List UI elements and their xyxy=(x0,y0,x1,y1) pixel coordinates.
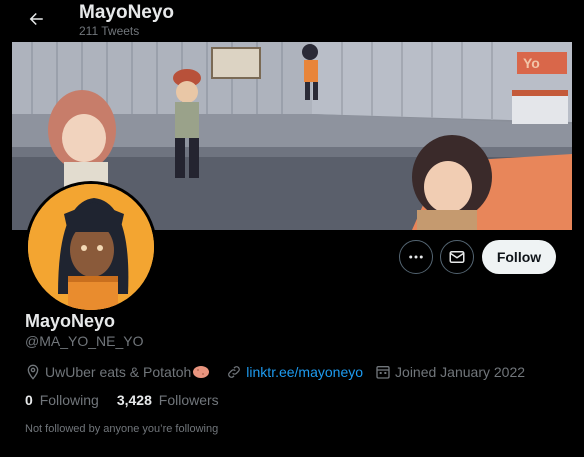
profile-link[interactable]: linktr.ee/mayoneyo xyxy=(226,364,363,380)
link-icon xyxy=(228,366,241,378)
following-label: Following xyxy=(39,392,99,408)
calendar-icon xyxy=(376,366,390,379)
back-button[interactable] xyxy=(20,3,52,35)
following-count: 0 xyxy=(25,392,33,408)
header-title: MayoNeyo xyxy=(79,2,175,23)
potato-icon xyxy=(193,366,210,378)
followers-label: Followers xyxy=(158,392,219,408)
link-text[interactable]: linktr.ee/mayoneyo xyxy=(246,364,363,380)
location-pin-icon xyxy=(27,364,39,380)
followed-by-note: Not followed by anyone you’re following xyxy=(25,423,219,435)
follow-button[interactable]: Follow xyxy=(482,240,556,274)
svg-text:Yo: Yo xyxy=(523,55,540,71)
joined-text: Joined January 2022 xyxy=(395,364,526,380)
avatar-image xyxy=(28,184,154,310)
arrow-left-icon xyxy=(29,13,43,25)
profile-meta: UwUber eats & Potatoh linktr.ee/mayoneyo… xyxy=(25,362,537,382)
following-link[interactable]: 0 Following xyxy=(25,392,99,408)
display-name: MayoNeyo xyxy=(25,311,116,331)
follow-stats: 0 Following 3,428 Followers xyxy=(25,392,237,408)
followers-count: 3,428 xyxy=(116,392,152,408)
joined-date: Joined January 2022 xyxy=(375,364,525,380)
followers-link[interactable]: 3,428 Followers xyxy=(117,392,219,408)
ellipsis-icon xyxy=(409,255,423,259)
more-button[interactable] xyxy=(399,240,433,274)
message-button[interactable] xyxy=(440,240,474,274)
handle: @MA_YO_NE_YO xyxy=(25,333,144,349)
tweet-count: 211 Tweets xyxy=(79,24,140,38)
top-bar: MayoNeyo 211 Tweets xyxy=(0,0,584,42)
location: UwUber eats & Potatoh xyxy=(25,364,214,380)
envelope-icon xyxy=(449,251,465,263)
avatar[interactable] xyxy=(25,181,157,313)
location-text: UwUber eats & Potatoh xyxy=(45,364,192,380)
